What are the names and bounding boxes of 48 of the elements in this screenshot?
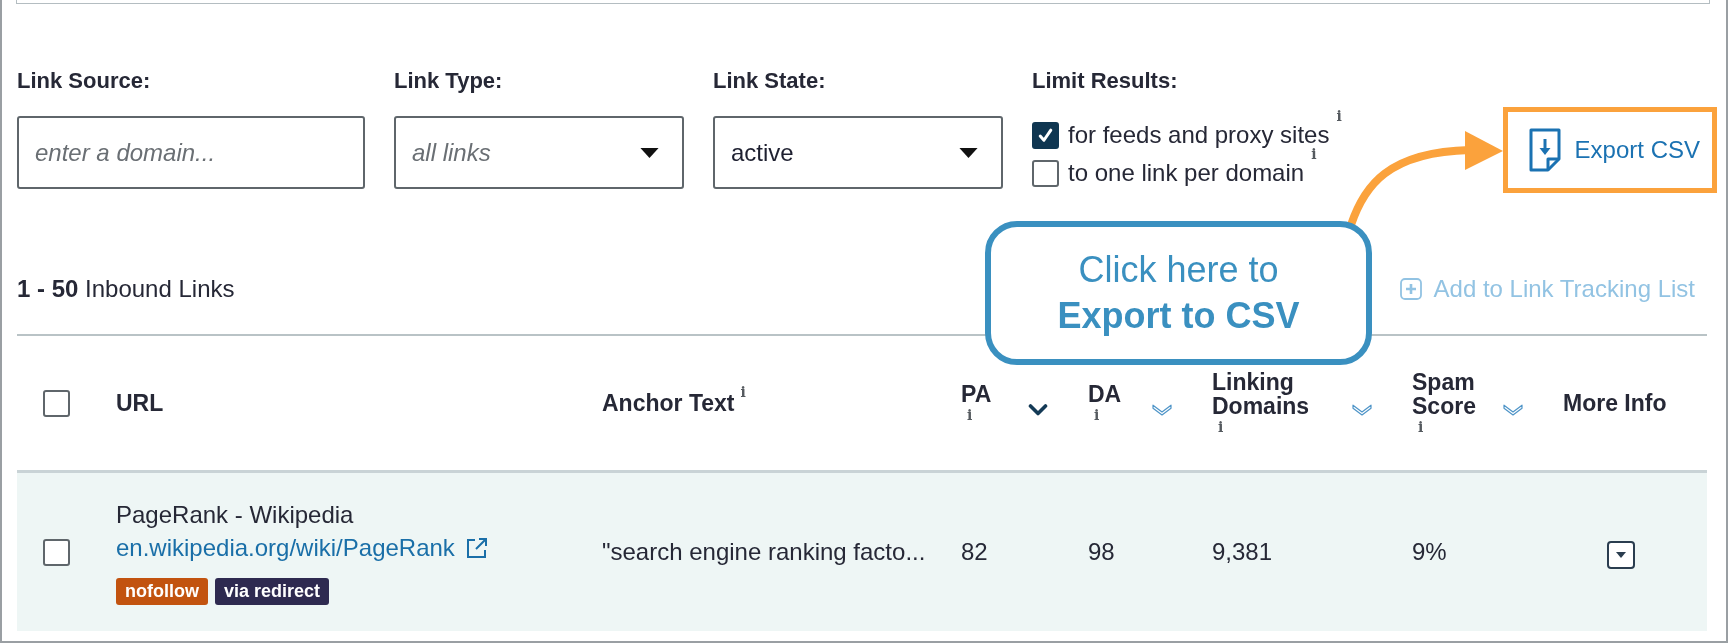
domain-input[interactable]: enter a domain... [17, 116, 365, 189]
caret-down-icon [1616, 552, 1626, 558]
checkbox-label: for feeds and proxy sites [1068, 121, 1330, 148]
checkbox[interactable] [1032, 121, 1059, 149]
filter-label: Link Type: [394, 68, 503, 94]
column-header: DA [1088, 382, 1122, 406]
caret-down-icon [640, 147, 659, 158]
table-cell: 98 [1088, 538, 1115, 566]
select-dropdown[interactable]: all links [394, 116, 684, 189]
info-mark: i [967, 406, 973, 424]
filter-label: Limit Results: [1032, 68, 1178, 94]
select-dropdown[interactable]: active [713, 116, 1003, 189]
column-header: Linking Domains [1212, 370, 1310, 418]
anchor-text: "search engine ranking facto... [602, 538, 926, 566]
checkbox[interactable] [1032, 159, 1059, 187]
checkbox[interactable] [43, 538, 70, 566]
results-count: 1 - 50 Inbound Links [17, 275, 235, 303]
callout-text: Click here to Export to CSV [1056, 248, 1301, 338]
column-header: Spam Score [1412, 370, 1476, 418]
page-title: PageRank - Wikipedia [116, 500, 354, 530]
url-link[interactable]: en.wikipedia.org/wiki/PageRank [116, 534, 455, 562]
info-mark: i [1094, 406, 1100, 424]
document-download-icon [1528, 128, 1561, 172]
tag: via redirect [215, 578, 330, 605]
info-mark: i [1218, 418, 1224, 436]
info-mark: i [1336, 108, 1342, 124]
column-header: URL [116, 390, 164, 416]
sort-chevron-icon[interactable] [1028, 404, 1048, 416]
table-cell: 9,381 [1212, 538, 1273, 566]
column-header: Anchor Text [602, 390, 735, 416]
tag: nofollow [116, 578, 208, 605]
checkbox[interactable] [43, 389, 70, 417]
info-mark: i [1418, 418, 1424, 436]
export-csv-button[interactable]: Export CSV [1507, 112, 1712, 188]
info-mark: i [740, 384, 746, 400]
filter-label: Link Source: [17, 68, 151, 94]
info-mark: i [1311, 146, 1317, 162]
dropdown-button[interactable] [1607, 541, 1635, 569]
plus-square-icon [1399, 278, 1422, 300]
checkbox-label: to one link per domain [1068, 159, 1305, 187]
column-header: More Info [1563, 390, 1667, 416]
column-header: PA [961, 382, 992, 406]
external-link-icon[interactable] [465, 537, 488, 559]
table-cell: 9% [1412, 538, 1447, 566]
filter-label: Link State: [713, 68, 826, 94]
checkmark-icon [1037, 126, 1054, 144]
table-cell: 82 [961, 538, 988, 566]
caret-down-icon [959, 147, 978, 158]
